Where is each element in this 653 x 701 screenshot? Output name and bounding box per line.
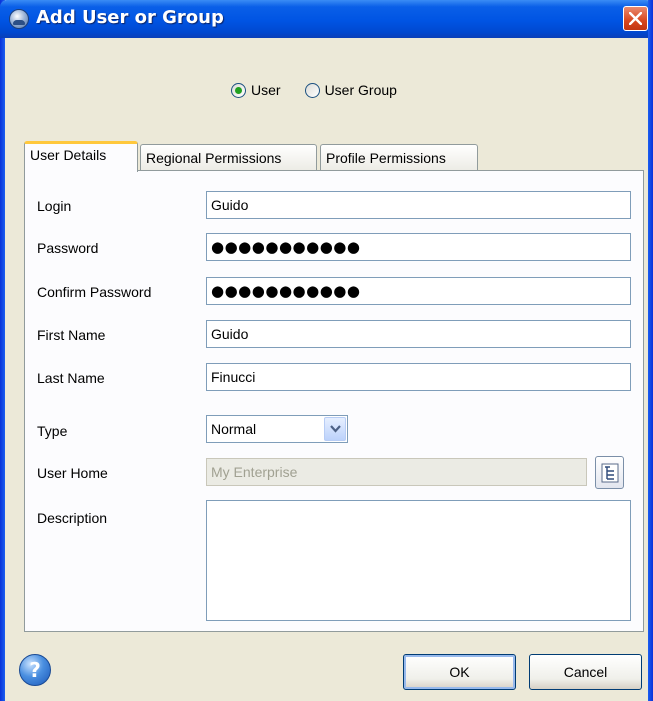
window-title: Add User or Group: [36, 7, 224, 28]
first-name-field[interactable]: Guido: [206, 320, 631, 348]
type-select[interactable]: Normal: [206, 415, 348, 443]
description-label: Description: [37, 510, 108, 526]
confirm-password-label: Confirm Password: [37, 284, 152, 300]
last-name-label: Last Name: [37, 370, 105, 386]
user-home-browse-button[interactable]: [595, 456, 624, 489]
user-group-radio-label[interactable]: User Group: [325, 82, 397, 98]
tab-profile-permissions[interactable]: Profile Permissions: [320, 144, 478, 171]
login-label: Login: [37, 198, 72, 214]
tree-icon: [601, 463, 619, 483]
confirm-password-field[interactable]: ●●●●●●●●●●●: [206, 277, 631, 305]
tab-user-details[interactable]: User Details: [24, 141, 138, 172]
type-dropdown-button[interactable]: [324, 417, 346, 441]
ok-button[interactable]: OK: [403, 654, 516, 690]
user-radio[interactable]: [231, 82, 246, 98]
user-icon: [9, 9, 29, 29]
first-name-label: First Name: [37, 327, 106, 343]
help-button[interactable]: ?: [19, 654, 51, 686]
user-radio-label[interactable]: User: [251, 82, 281, 98]
close-button[interactable]: [623, 6, 648, 31]
cancel-button[interactable]: Cancel: [529, 654, 642, 690]
user-group-radio[interactable]: [304, 82, 320, 98]
close-icon: [629, 12, 642, 25]
type-label: Type: [37, 423, 68, 439]
user-home-field: My Enterprise: [206, 458, 587, 486]
user-home-label: User Home: [37, 465, 108, 481]
password-field[interactable]: ●●●●●●●●●●●: [206, 233, 631, 261]
password-label: Password: [37, 240, 99, 256]
type-select-value: Normal: [211, 421, 257, 437]
title-bar[interactable]: Add User or Group: [0, 0, 653, 38]
tab-regional-permissions[interactable]: Regional Permissions: [140, 144, 317, 171]
description-textarea[interactable]: [206, 500, 631, 621]
add-user-dialog: Add User or Group User User Group User D…: [0, 0, 653, 701]
chevron-down-icon: [330, 425, 341, 433]
help-icon: ?: [29, 658, 41, 682]
login-field[interactable]: Guido: [206, 191, 631, 219]
mode-selector: User User Group: [231, 82, 397, 98]
last-name-field[interactable]: Finucci: [206, 363, 631, 391]
